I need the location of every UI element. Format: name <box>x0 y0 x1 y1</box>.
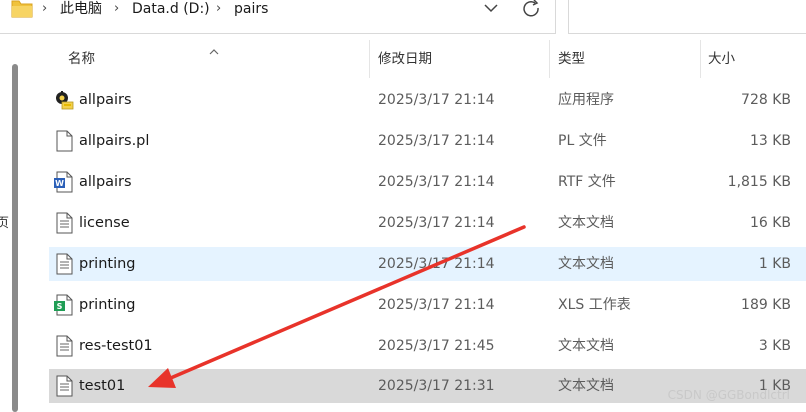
breadcrumb-pairs[interactable]: pairs <box>234 0 268 18</box>
file-name: allpairs.pl <box>79 133 150 149</box>
folder-icon <box>11 0 33 18</box>
refresh-icon[interactable] <box>520 0 544 20</box>
file-type: 应用程序 <box>558 92 614 108</box>
nav-item-partial-label[interactable]: 页 <box>0 212 9 231</box>
file-date-modified: 2025/3/17 21:31 <box>378 378 495 394</box>
svg-text:S: S <box>57 302 63 311</box>
column-divider[interactable] <box>549 40 550 78</box>
file-date-modified: 2025/3/17 21:14 <box>378 92 495 108</box>
file-type: RTF 文件 <box>558 174 616 190</box>
text-file-icon <box>53 253 75 275</box>
file-type: 文本文档 <box>558 378 614 394</box>
file-size: 189 KB <box>741 297 791 313</box>
file-type: 文本文档 <box>558 215 614 231</box>
navigation-scrollbar[interactable] <box>12 64 18 412</box>
word-document-icon: W <box>53 171 75 193</box>
breadcrumb-chevron-icon[interactable]: › <box>216 0 221 18</box>
column-header-size[interactable]: 大小 <box>708 40 735 78</box>
file-name: res-test01 <box>79 338 153 354</box>
file-size: 1,815 KB <box>727 174 791 190</box>
file-row[interactable]: printing 2025/3/17 21:14 文本文档 1 KB <box>49 247 806 281</box>
file-row[interactable]: allpairs 2025/3/17 21:14 应用程序 728 KB <box>49 83 806 117</box>
application-icon <box>53 89 75 111</box>
breadcrumb-chevron-icon[interactable]: › <box>42 0 47 18</box>
file-row[interactable]: S printing 2025/3/17 21:14 XLS 工作表 189 K… <box>49 288 806 322</box>
blank-file-icon <box>53 130 75 152</box>
column-header-type[interactable]: 类型 <box>558 40 585 78</box>
file-row[interactable]: W allpairs 2025/3/17 21:14 RTF 文件 1,815 … <box>49 165 806 199</box>
file-size: 1 KB <box>758 256 791 272</box>
chevron-down-icon[interactable] <box>480 0 502 18</box>
file-row[interactable]: allpairs.pl 2025/3/17 21:14 PL 文件 13 KB <box>49 124 806 158</box>
file-type: PL 文件 <box>558 133 607 149</box>
file-row[interactable]: license 2025/3/17 21:14 文本文档 16 KB <box>49 206 806 240</box>
file-date-modified: 2025/3/17 21:14 <box>378 256 495 272</box>
file-name: allpairs <box>79 92 132 108</box>
file-name: test01 <box>79 378 126 394</box>
file-date-modified: 2025/3/17 21:14 <box>378 174 495 190</box>
file-name: printing <box>79 256 136 272</box>
search-input[interactable] <box>568 0 806 34</box>
file-size: 3 KB <box>758 338 791 354</box>
spreadsheet-icon: S <box>53 294 75 316</box>
breadcrumb-this-pc[interactable]: 此电脑 <box>60 0 102 18</box>
file-type: 文本文档 <box>558 256 614 272</box>
text-file-icon <box>53 375 75 397</box>
file-type: XLS 工作表 <box>558 297 631 313</box>
text-file-icon <box>53 335 75 357</box>
column-divider[interactable] <box>369 40 370 78</box>
breadcrumb-chevron-icon[interactable]: › <box>114 0 119 18</box>
file-date-modified: 2025/3/17 21:14 <box>378 297 495 313</box>
file-date-modified: 2025/3/17 21:45 <box>378 338 495 354</box>
column-header-date[interactable]: 修改日期 <box>378 40 432 78</box>
column-header-name[interactable]: 名称 <box>68 40 95 78</box>
file-date-modified: 2025/3/17 21:14 <box>378 215 495 231</box>
breadcrumb-data-drive[interactable]: Data.d (D:) <box>132 0 210 18</box>
file-size: 728 KB <box>741 92 791 108</box>
file-name: license <box>79 215 130 231</box>
file-type: 文本文档 <box>558 338 614 354</box>
file-name: printing <box>79 297 136 313</box>
watermark: CSDN @GGBondlctrl <box>667 388 790 402</box>
svg-text:W: W <box>55 179 64 188</box>
file-size: 13 KB <box>749 133 791 149</box>
file-date-modified: 2025/3/17 21:14 <box>378 133 495 149</box>
file-size: 16 KB <box>749 215 791 231</box>
file-name: allpairs <box>79 174 132 190</box>
address-bar[interactable]: › 此电脑 › Data.d (D:) › pairs <box>0 0 556 34</box>
text-file-icon <box>53 212 75 234</box>
column-divider[interactable] <box>700 40 701 78</box>
sort-ascending-icon <box>208 41 220 55</box>
file-row[interactable]: res-test01 2025/3/17 21:45 文本文档 3 KB <box>49 329 806 363</box>
